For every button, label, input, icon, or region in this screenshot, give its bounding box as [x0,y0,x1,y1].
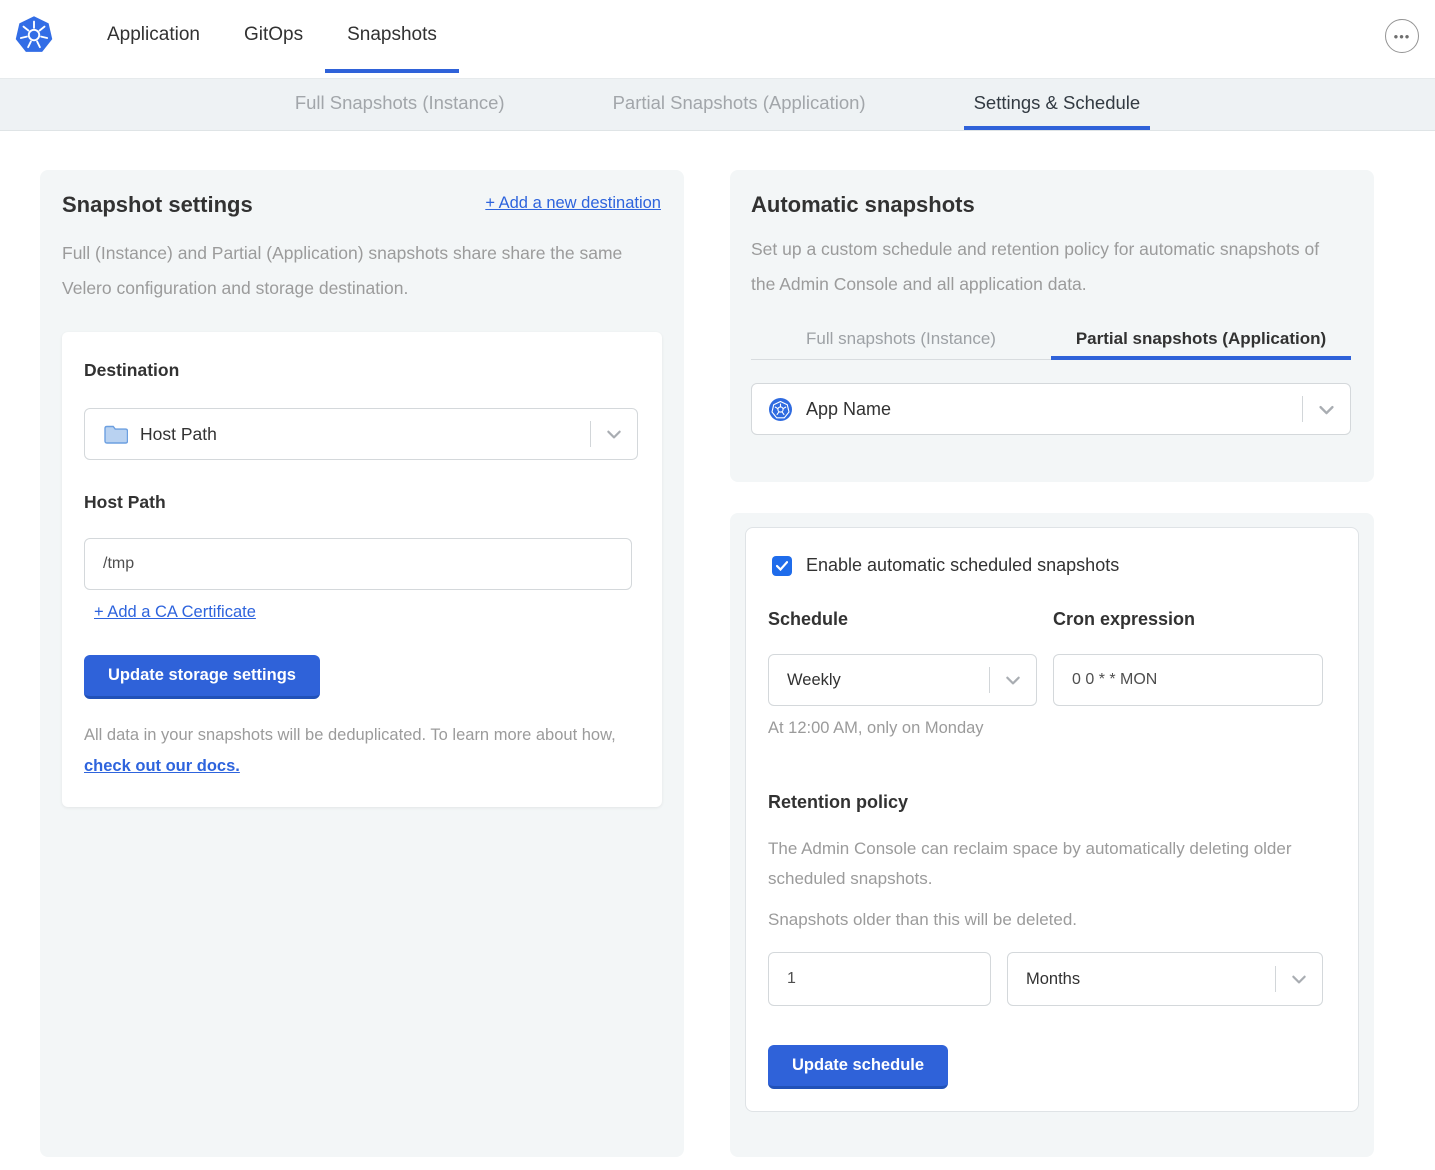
cron-hint: At 12:00 AM, only on Monday [768,719,984,738]
cron-expression-input[interactable] [1053,654,1323,706]
destination-select-value: Host Path [140,424,217,445]
add-ca-certificate-link[interactable]: + Add a CA Certificate [94,603,256,622]
tab-settings-schedule[interactable]: Settings & Schedule [964,79,1151,130]
schedule-card: Enable automatic scheduled snapshots Sch… [745,527,1359,1112]
chevron-down-icon [990,671,1036,689]
cron-expression-label: Cron expression [1053,609,1195,630]
app-select[interactable]: App Name [751,383,1351,435]
nav-item-gitops[interactable]: GitOps [222,0,325,73]
destination-select[interactable]: Host Path [84,408,638,460]
overflow-menu-button[interactable]: ••• [1385,19,1419,53]
tab-partial-snapshots[interactable]: Partial snapshots (Application) [1051,308,1351,360]
schedule-label: Schedule [768,609,848,630]
add-new-destination-link[interactable]: + Add a new destination [485,194,661,213]
kubernetes-logo-icon [14,15,54,55]
retention-policy-label: Retention policy [768,792,908,813]
snapshot-settings-description: Full (Instance) and Partial (Application… [62,236,647,306]
retention-count-input[interactable] [768,952,991,1006]
app-select-value: App Name [806,399,891,420]
schedule-panel: Enable automatic scheduled snapshots Sch… [730,513,1374,1157]
tab-partial-snapshots-application[interactable]: Partial Snapshots (Application) [603,79,876,130]
snapshots-subnav: Full Snapshots (Instance) Partial Snapsh… [0,78,1435,131]
nav-item-application[interactable]: Application [85,0,222,73]
folder-icon [85,424,140,445]
snapshot-type-tabs: Full snapshots (Instance) Partial snapsh… [751,308,1351,360]
automatic-snapshots-panel: Automatic snapshots Set up a custom sche… [730,170,1374,482]
chevron-down-icon [1303,400,1350,419]
storage-settings-card: Destination Host Path Host Path + Add a … [62,332,662,807]
chevron-down-icon [1276,970,1322,988]
dedup-note: All data in your snapshots will be dedup… [84,720,644,782]
dedup-note-text: All data in your snapshots will be dedup… [84,726,616,744]
enable-snapshots-checkbox[interactable] [772,556,792,576]
tab-full-snapshots[interactable]: Full snapshots (Instance) [751,308,1051,360]
update-storage-settings-button[interactable]: Update storage settings [84,655,320,699]
schedule-interval-value: Weekly [769,671,841,690]
tab-full-snapshots-instance[interactable]: Full Snapshots (Instance) [285,79,515,130]
top-nav-items: Application GitOps Snapshots [85,0,459,73]
destination-label: Destination [84,360,179,381]
retention-hint: Snapshots older than this will be delete… [768,910,1077,930]
host-path-input[interactable] [84,538,632,590]
retention-description: The Admin Console can reclaim space by a… [768,834,1293,894]
snapshot-settings-panel: Snapshot settings + Add a new destinatio… [40,170,684,1157]
top-nav: Application GitOps Snapshots ••• [0,0,1435,78]
retention-unit-select[interactable]: Months [1007,952,1323,1006]
app-kubernetes-icon [752,398,806,421]
ellipsis-icon: ••• [1394,29,1411,44]
enable-snapshots-label: Enable automatic scheduled snapshots [806,555,1119,576]
automatic-snapshots-description: Set up a custom schedule and retention p… [751,232,1331,302]
enable-snapshots-row[interactable]: Enable automatic scheduled snapshots [772,555,1119,576]
nav-item-snapshots[interactable]: Snapshots [325,0,459,73]
schedule-interval-select[interactable]: Weekly [768,654,1037,706]
snapshot-settings-title: Snapshot settings [62,192,253,218]
update-schedule-button[interactable]: Update schedule [768,1045,948,1089]
chevron-down-icon [591,425,637,443]
checkmark-icon [776,561,788,571]
docs-link[interactable]: check out our docs. [84,757,240,775]
host-path-label: Host Path [84,492,166,513]
automatic-snapshots-title: Automatic snapshots [751,192,975,218]
retention-unit-value: Months [1008,970,1080,989]
